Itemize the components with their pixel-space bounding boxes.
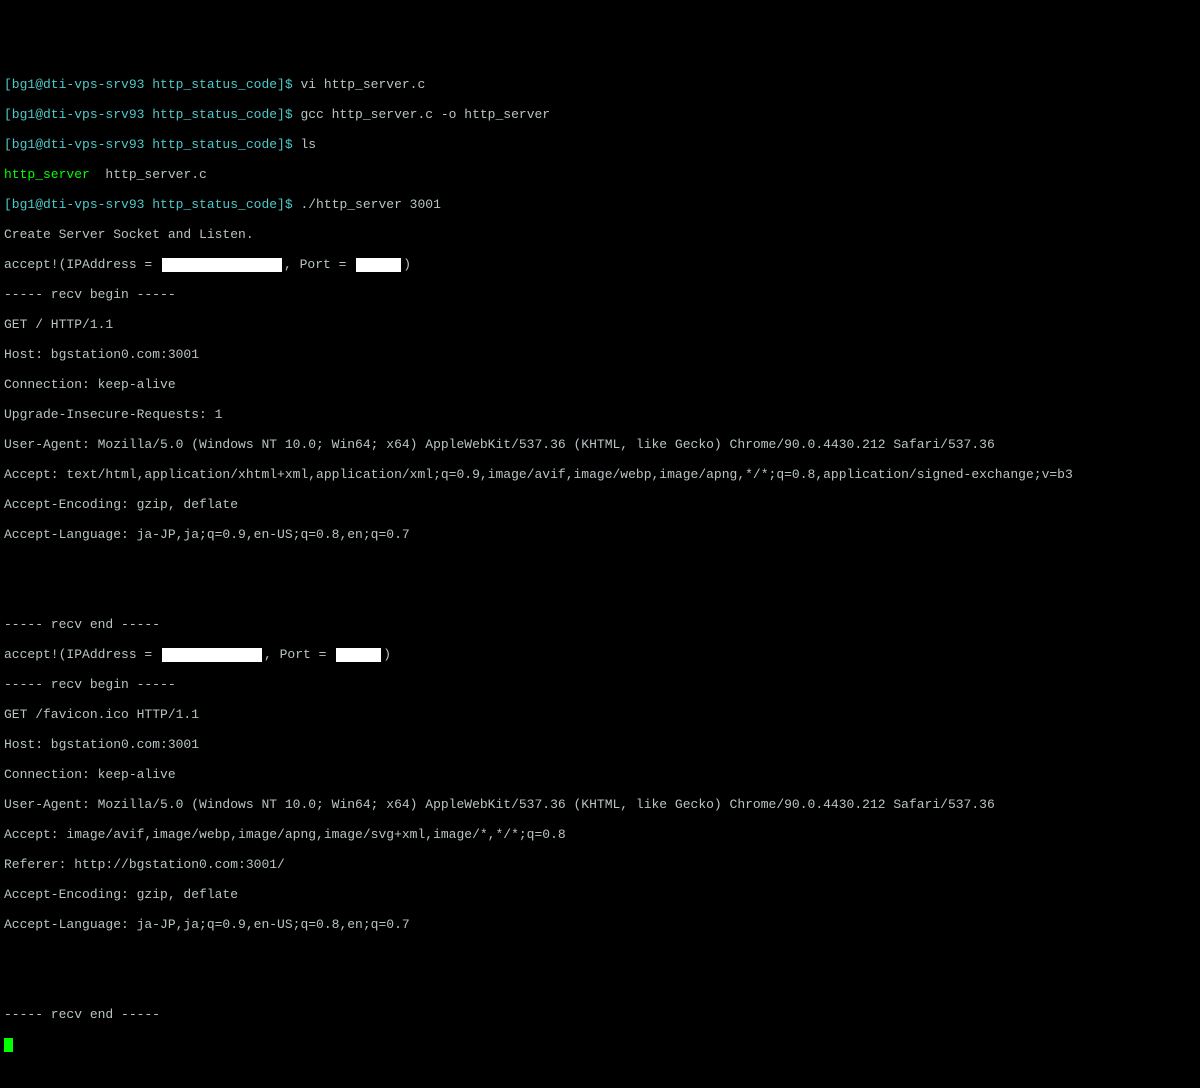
recv-begin-marker: ----- recv begin ----- (4, 287, 1196, 302)
http-header: Referer: http://bgstation0.com:3001/ (4, 857, 1196, 872)
prompt-line: [bg1@dti-vps-srv93 http_status_code]$ gc… (4, 107, 1196, 122)
command-text: ls (300, 137, 316, 152)
blank-line (4, 947, 1196, 962)
terminal-output: [bg1@dti-vps-srv93 http_status_code]$ vi… (4, 62, 1196, 1067)
recv-begin-marker: ----- recv begin ----- (4, 677, 1196, 692)
prompt-text: [bg1@dti-vps-srv93 http_status_code]$ (4, 197, 300, 212)
http-header: Host: bgstation0.com:3001 (4, 347, 1196, 362)
prompt-line: [bg1@dti-vps-srv93 http_status_code]$ vi… (4, 77, 1196, 92)
prompt-line: [bg1@dti-vps-srv93 http_status_code]$ ./… (4, 197, 1196, 212)
redacted-port (336, 648, 381, 662)
blank-line (4, 557, 1196, 572)
ls-output: http_server http_server.c (4, 167, 1196, 182)
recv-end-marker: ----- recv end ----- (4, 617, 1196, 632)
http-header: Accept-Language: ja-JP,ja;q=0.9,en-US;q=… (4, 527, 1196, 542)
recv-end-marker: ----- recv end ----- (4, 1007, 1196, 1022)
blank-line (4, 977, 1196, 992)
http-header: Accept: text/html,application/xhtml+xml,… (4, 467, 1196, 482)
cursor-line[interactable] (4, 1037, 1196, 1052)
http-header: Accept-Encoding: gzip, deflate (4, 887, 1196, 902)
redacted-ip (162, 258, 282, 272)
redacted-port (356, 258, 401, 272)
http-header: Accept-Encoding: gzip, deflate (4, 497, 1196, 512)
executable-file: http_server (4, 167, 90, 182)
redacted-ip (162, 648, 262, 662)
http-header: Accept-Language: ja-JP,ja;q=0.9,en-US;q=… (4, 917, 1196, 932)
prompt-text: [bg1@dti-vps-srv93 http_status_code]$ (4, 107, 300, 122)
accept-line: accept!(IPAddress = , Port = ) (4, 647, 1196, 662)
http-request-line: GET / HTTP/1.1 (4, 317, 1196, 332)
http-header: User-Agent: Mozilla/5.0 (Windows NT 10.0… (4, 437, 1196, 452)
prompt-text: [bg1@dti-vps-srv93 http_status_code]$ (4, 137, 300, 152)
terminal-cursor[interactable] (4, 1038, 13, 1052)
accept-line: accept!(IPAddress = , Port = ) (4, 257, 1196, 272)
http-header: Upgrade-Insecure-Requests: 1 (4, 407, 1196, 422)
blank-line (4, 587, 1196, 602)
http-request-line: GET /favicon.ico HTTP/1.1 (4, 707, 1196, 722)
command-text: vi http_server.c (300, 77, 425, 92)
command-text: gcc http_server.c -o http_server (300, 107, 550, 122)
command-text: ./http_server 3001 (300, 197, 440, 212)
prompt-text: [bg1@dti-vps-srv93 http_status_code]$ (4, 77, 300, 92)
http-header: Connection: keep-alive (4, 767, 1196, 782)
http-header: Accept: image/avif,image/webp,image/apng… (4, 827, 1196, 842)
http-header: Connection: keep-alive (4, 377, 1196, 392)
http-header: User-Agent: Mozilla/5.0 (Windows NT 10.0… (4, 797, 1196, 812)
prompt-line: [bg1@dti-vps-srv93 http_status_code]$ ls (4, 137, 1196, 152)
server-start-msg: Create Server Socket and Listen. (4, 227, 1196, 242)
source-file: http_server.c (90, 167, 207, 182)
http-header: Host: bgstation0.com:3001 (4, 737, 1196, 752)
